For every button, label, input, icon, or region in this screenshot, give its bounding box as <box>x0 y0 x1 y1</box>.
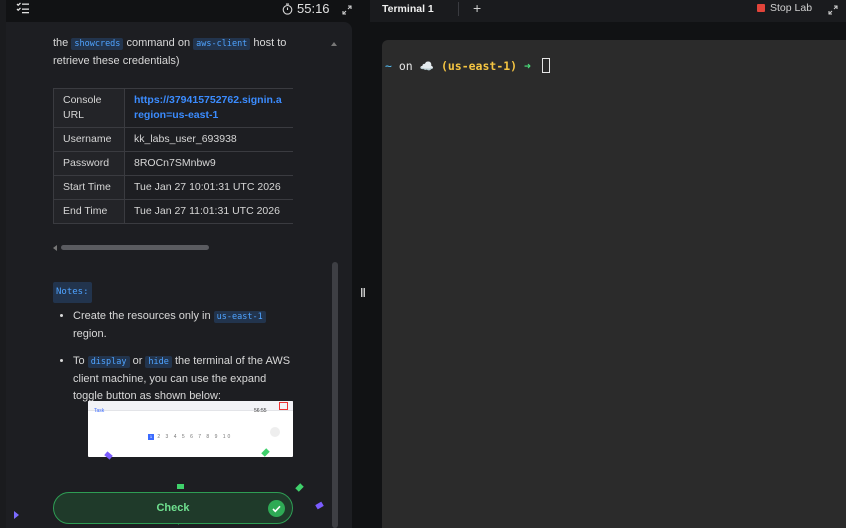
task-content-panel: the showcreds command on aws-client host… <box>6 22 352 528</box>
intro-text-2: command on <box>123 37 194 49</box>
panel-splitter[interactable] <box>352 22 370 528</box>
confetti-piece <box>295 483 304 492</box>
stop-lab-label: Stop Lab <box>770 2 813 14</box>
note-text: region. <box>73 328 107 340</box>
expand-toggle-screenshot: Task 56:55 1 2 3 4 5 6 7 8 9 10 <box>88 401 293 457</box>
list-item: To display or hide the terminal of the A… <box>73 353 293 405</box>
tab-divider <box>458 2 459 16</box>
console-url-line-2: region=us-east-1 <box>134 109 219 121</box>
confetti-piece <box>315 501 324 510</box>
screenshot-next-icon <box>270 427 280 437</box>
username-value: kk_labs_user_693938 <box>124 127 293 152</box>
stopwatch-icon <box>282 3 293 15</box>
tab-terminal-1[interactable]: Terminal 1 <box>382 3 434 15</box>
credentials-table-wrapper[interactable]: Console URL https://379415752762.signin.… <box>53 88 293 244</box>
end-time-value: Tue Jan 27 11:01:31 UTC 2026 <box>124 199 293 224</box>
scroll-left-arrow-icon[interactable] <box>53 245 57 251</box>
note-text: To <box>73 355 88 367</box>
table-row: Password 8ROCn7SMnbw9 <box>53 151 293 176</box>
vertical-scroll-thumb[interactable] <box>332 262 338 528</box>
credentials-table: Console URL https://379415752762.signin.… <box>53 88 293 224</box>
prompt-on: on <box>398 59 413 73</box>
showcreds-code: showcreds <box>71 38 124 50</box>
confetti-piece <box>177 484 184 489</box>
list-item: Create the resources only in us-east-1 r… <box>73 308 293 343</box>
horizontal-scroll-thumb[interactable] <box>61 245 209 250</box>
screenshot-timer: 56:55 <box>254 408 267 414</box>
stop-lab-button[interactable]: Stop Lab <box>757 2 812 14</box>
note-text: Create the resources only in <box>73 310 214 322</box>
password-value: 8ROCn7SMnbw9 <box>124 151 293 176</box>
screenshot-pages: 2 3 4 5 6 7 8 9 10 <box>157 434 233 440</box>
display-code: display <box>87 356 130 368</box>
terminal-window[interactable]: ~ on ☁️ (us-east-1) ➜ <box>382 40 846 528</box>
table-row: Console URL https://379415752762.signin.… <box>53 88 293 128</box>
start-time-value: Tue Jan 27 10:01:31 UTC 2026 <box>124 175 293 200</box>
note-text: or <box>129 355 146 367</box>
check-button-label: Check <box>156 502 190 514</box>
left-topbar: 55:16 <box>6 0 356 22</box>
drag-handle-icon[interactable]: ‖ <box>360 286 366 300</box>
cloud-icon: ☁️ <box>419 59 434 73</box>
terminal-topbar: Terminal 1 + Stop Lab <box>370 0 846 22</box>
table-cell-key: Console URL <box>53 88 125 128</box>
table-row: Start Time Tue Jan 27 10:01:31 UTC 2026 <box>53 175 293 200</box>
table-cell-key: Start Time <box>53 175 125 200</box>
timer-value: 55:16 <box>297 1 330 16</box>
aws-client-code: aws-client <box>193 38 251 50</box>
table-cell-key: Password <box>53 151 125 176</box>
expand-terminal-icon[interactable] <box>828 2 838 20</box>
add-terminal-button[interactable]: + <box>473 0 481 16</box>
expand-panel-icon[interactable] <box>342 2 352 20</box>
screenshot-expand-highlight-icon <box>279 402 288 410</box>
screenshot-pagination: 1 2 3 4 5 6 7 8 9 10 <box>148 429 232 446</box>
prompt-tilde: ~ <box>385 59 392 73</box>
table-cell-key: Username <box>53 127 125 152</box>
credentials-intro: the showcreds command on aws-client host… <box>53 35 293 70</box>
notes-list: Create the resources only in us-east-1 r… <box>73 308 293 415</box>
checkmark-icon <box>268 500 285 517</box>
prompt-arrow: ➜ <box>524 59 531 73</box>
table-row: Username kk_labs_user_693938 <box>53 127 293 152</box>
intro-text-1: the <box>53 37 72 49</box>
prompt-region: (us-east-1) <box>440 59 518 73</box>
stop-icon <box>757 4 765 12</box>
table-row: End Time Tue Jan 27 11:01:31 UTC 2026 <box>53 199 293 224</box>
screenshot-tab-label: Task <box>94 408 105 414</box>
table-cell-key: End Time <box>53 199 125 224</box>
table-cell-value: https://379415752762.signin.a region=us-e… <box>124 88 293 128</box>
screenshot-page-1: 1 <box>148 434 154 440</box>
check-button[interactable]: Check <box>53 492 293 524</box>
hide-code: hide <box>145 356 172 368</box>
scroll-up-arrow-icon[interactable] <box>331 42 337 46</box>
console-url-link[interactable]: https://379415752762.signin.a region=us-e… <box>134 94 282 121</box>
horizontal-scrollbar[interactable] <box>53 244 297 252</box>
notes-label: Notes: <box>53 282 92 303</box>
console-url-line-1: https://379415752762.signin.a <box>134 94 282 106</box>
region-code: us-east-1 <box>213 311 266 323</box>
collapse-sidebar-icon[interactable] <box>14 511 19 519</box>
lab-timer: 55:16 <box>282 1 330 16</box>
terminal-prompt: ~ on ☁️ (us-east-1) ➜ <box>385 58 550 73</box>
tasks-list-icon[interactable] <box>16 1 34 17</box>
terminal-cursor <box>541 58 550 73</box>
